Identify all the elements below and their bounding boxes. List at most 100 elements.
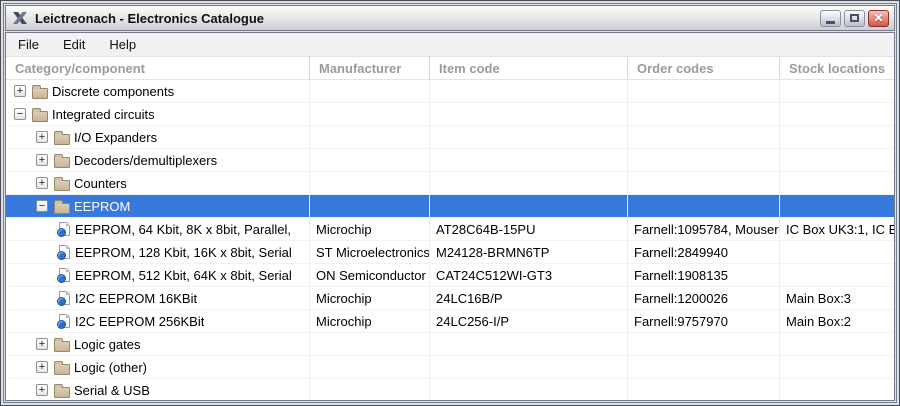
table-row[interactable]: − Integrated circuits [6, 103, 894, 126]
expand-icon[interactable]: + [36, 361, 48, 373]
window-controls: ✕ [820, 9, 889, 27]
item-code-cell: CAT24C512WI-GT3 [430, 264, 628, 286]
tree-label: EEPROM [74, 198, 131, 214]
tree-cell: + Logic (other) [6, 356, 310, 378]
tree-cell: + Decoders/demultiplexers [6, 149, 310, 171]
tree-cell: + I/O Expanders [6, 126, 310, 148]
order-codes-cell: Farnell:2849940 [628, 241, 780, 263]
stock-locations-cell: Main Box:2 [786, 313, 852, 329]
component-icon [57, 314, 70, 329]
menu-bar: File Edit Help [6, 33, 894, 57]
stock-locations-cell [780, 149, 894, 171]
folder-icon [54, 337, 70, 352]
tree-label: Serial & USB [74, 382, 150, 398]
app-window: Leictreonach - Electronics Catalogue ✕ F… [0, 0, 900, 406]
tree-label: Counters [74, 175, 127, 191]
tree-cell: + Logic gates [6, 333, 310, 355]
tree-label: EEPROM, 64 Kbit, 8K x 8bit, Parallel, [75, 221, 292, 237]
catalogue-tree-table: Category/component Manufacturer Item cod… [6, 57, 894, 400]
table-row[interactable]: − EEPROM [6, 195, 894, 218]
title-bar[interactable]: Leictreonach - Electronics Catalogue ✕ [5, 5, 895, 31]
manufacturer-cell [310, 172, 430, 194]
client-area: File Edit Help Category/component Manufa… [5, 32, 895, 401]
maximize-button[interactable] [844, 9, 865, 27]
tree-label: I2C EEPROM 256KBit [75, 313, 205, 329]
stock-locations-cell [780, 379, 894, 400]
table-header-row: Category/component Manufacturer Item cod… [6, 57, 894, 80]
tree-label: Discrete components [52, 83, 175, 99]
table-row[interactable]: + Serial & USB [6, 379, 894, 400]
collapse-icon[interactable]: − [36, 200, 48, 212]
item-code-cell [430, 80, 628, 102]
table-row[interactable]: + I/O Expanders [6, 126, 894, 149]
collapse-icon[interactable]: − [14, 108, 26, 120]
tree-cell: + Serial & USB [6, 379, 310, 400]
manufacturer-cell: ST Microelectronics [310, 241, 430, 263]
expand-icon[interactable]: + [14, 85, 26, 97]
stock-locations-cell [780, 172, 894, 194]
close-button[interactable]: ✕ [868, 9, 889, 27]
menu-help[interactable]: Help [109, 37, 136, 52]
folder-icon [54, 199, 70, 214]
column-header-order-codes[interactable]: Order codes [628, 57, 780, 79]
item-code-cell [430, 379, 628, 400]
stock-locations-cell: Main Box:3 [786, 290, 852, 306]
component-icon [57, 268, 70, 283]
order-codes-cell [628, 379, 780, 400]
column-header-category[interactable]: Category/component [6, 57, 310, 79]
tree-label: EEPROM, 512 Kbit, 64K x 8bit, Serial [75, 267, 292, 283]
item-code-cell: AT28C64B-15PU [430, 218, 628, 240]
item-code-cell [430, 149, 628, 171]
minimize-button[interactable] [820, 9, 841, 27]
table-row[interactable]: I2C EEPROM 256KBit Microchip 24LC256-I/P Fa… [6, 310, 894, 333]
table-row[interactable]: EEPROM, 64 Kbit, 8K x 8bit, Parallel, Mic… [6, 218, 894, 241]
expand-icon[interactable]: + [36, 154, 48, 166]
expand-icon[interactable]: + [36, 177, 48, 189]
table-row[interactable]: EEPROM, 128 Kbit, 16K x 8bit, Serial ST M… [6, 241, 894, 264]
table-row[interactable]: + Logic gates [6, 333, 894, 356]
stock-locations-cell: IC Box UK3:1, IC E [786, 221, 894, 237]
stock-locations-cell [780, 241, 894, 263]
tree-label: I2C EEPROM 16KBit [75, 290, 198, 306]
order-codes-cell: Farnell:1095784, Mouser [628, 218, 780, 240]
tree-cell: I2C EEPROM 256KBit [6, 310, 310, 332]
manufacturer-cell [310, 126, 430, 148]
column-header-item-code[interactable]: Item code [430, 57, 628, 79]
stock-locations-cell [780, 126, 894, 148]
table-row[interactable]: I2C EEPROM 16KBit Microchip 24LC16B/P Farne… [6, 287, 894, 310]
table-row[interactable]: + Decoders/demultiplexers [6, 149, 894, 172]
tree-label: EEPROM, 128 Kbit, 16K x 8bit, Serial [75, 244, 292, 260]
column-header-manufacturer[interactable]: Manufacturer [310, 57, 430, 79]
expand-icon[interactable]: + [36, 131, 48, 143]
window-title: Leictreonach - Electronics Catalogue [35, 10, 265, 26]
menu-edit[interactable]: Edit [63, 37, 85, 52]
table-row[interactable]: + Counters [6, 172, 894, 195]
tree-cell: I2C EEPROM 16KBit [6, 287, 310, 309]
expand-icon[interactable]: + [36, 384, 48, 396]
x11-logo-icon [11, 11, 28, 26]
table-row[interactable]: + Discrete components [6, 80, 894, 103]
column-header-stock-locations[interactable]: Stock locations [780, 57, 894, 79]
table-row[interactable]: EEPROM, 512 Kbit, 64K x 8bit, Serial ON S… [6, 264, 894, 287]
menu-file[interactable]: File [18, 37, 39, 52]
manufacturer-cell: Microchip [310, 218, 430, 240]
maximize-icon [850, 14, 859, 22]
table-row[interactable]: + Logic (other) [6, 356, 894, 379]
folder-icon [54, 360, 70, 375]
component-icon [57, 245, 70, 260]
stock-locations-cell [780, 264, 894, 286]
folder-icon [54, 383, 70, 398]
order-codes-cell [628, 80, 780, 102]
order-codes-cell: Farnell:9757970 [628, 310, 780, 332]
minimize-icon [826, 20, 835, 24]
item-code-cell [430, 195, 628, 217]
folder-icon [54, 176, 70, 191]
stock-locations-cell [780, 103, 894, 125]
tree-cell: + Discrete components [6, 80, 310, 102]
order-codes-cell [628, 195, 780, 217]
manufacturer-cell [310, 103, 430, 125]
order-codes-cell [628, 333, 780, 355]
order-codes-cell [628, 126, 780, 148]
manufacturer-cell [310, 379, 430, 400]
expand-icon[interactable]: + [36, 338, 48, 350]
